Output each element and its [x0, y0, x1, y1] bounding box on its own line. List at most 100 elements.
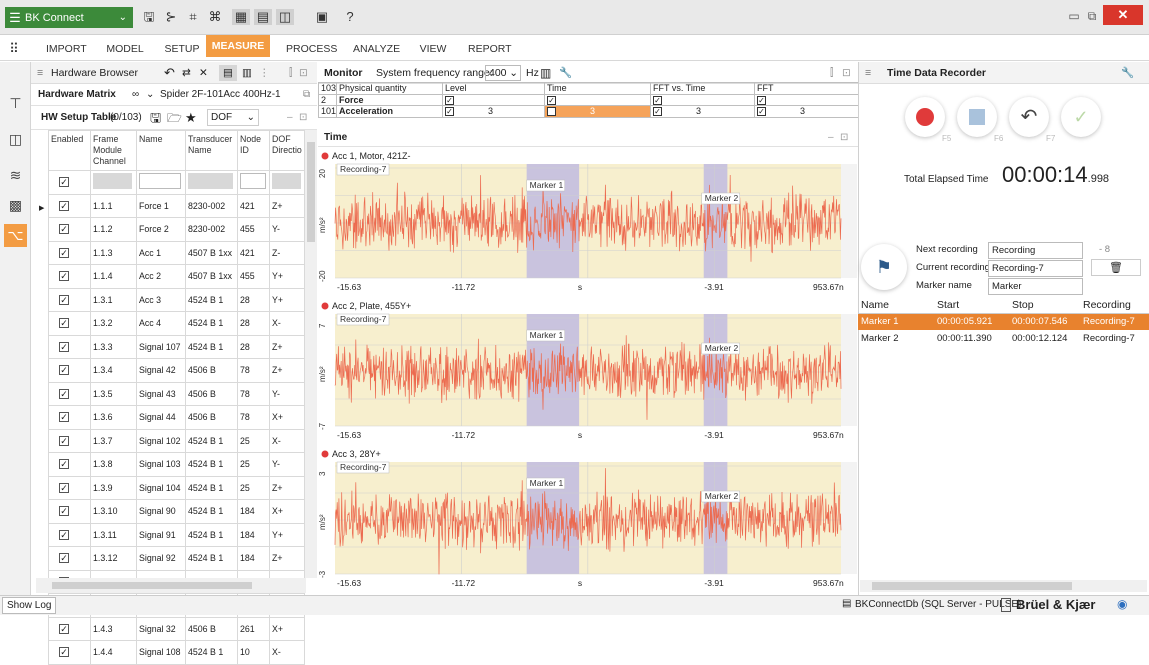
- table-cell[interactable]: Z+: [269, 546, 305, 571]
- table-row[interactable]: ✓ 1.3.5 Signal 43 4506 B 78 Y-: [48, 381, 305, 406]
- marker-row-selected[interactable]: Marker 1 00:00:05.921 00:00:07.546 Recor…: [858, 313, 1149, 330]
- pin-icon[interactable]: ⫿: [289, 62, 292, 84]
- measure-icon[interactable]: ⌥: [4, 224, 27, 247]
- enabled-checkbox[interactable]: ✓: [59, 459, 69, 470]
- enabled-cell[interactable]: ✓: [48, 428, 91, 453]
- enabled-cell[interactable]: ✓: [48, 522, 91, 547]
- monitor-display-icon[interactable]: ▥: [540, 62, 551, 84]
- table-cell[interactable]: Force 2: [136, 217, 186, 242]
- table-cell[interactable]: Signal 90: [136, 499, 186, 524]
- table-cell[interactable]: Y+: [269, 287, 305, 312]
- table-cell[interactable]: 4524 B 1: [185, 311, 238, 336]
- marker-flag-button[interactable]: ⚑: [861, 244, 907, 290]
- table-cell[interactable]: 4524 B 1: [185, 334, 238, 359]
- enabled-checkbox[interactable]: ✓: [59, 388, 69, 399]
- menu-process[interactable]: PROCESS: [286, 35, 337, 61]
- table-row[interactable]: ✓ 1.3.11 Signal 91 4524 B 1 184 Y+: [48, 522, 305, 547]
- time-chart-acc2[interactable]: Acc 2, Plate, 455Y+ Recording-7 Marker 1 Ma…: [319, 298, 857, 446]
- enabled-cell[interactable]: ✓: [48, 311, 91, 336]
- tools-icon[interactable]: ⊤: [4, 92, 27, 115]
- accel-time-cell[interactable]: ✓ 3: [544, 105, 651, 118]
- undo-icon[interactable]: ↶: [164, 62, 175, 84]
- table-row[interactable]: ✓ 1.4.3 Signal 32 4506 B 261 X+: [48, 616, 305, 641]
- frequency-range-dropdown[interactable]: 400 ⌄: [485, 65, 521, 81]
- next-recording-input[interactable]: Recording: [988, 242, 1083, 259]
- enabled-cell[interactable]: ✓: [48, 287, 91, 312]
- table-row[interactable]: ✓ 1.4.4 Signal 108 4524 B 1 10 X-: [48, 640, 305, 665]
- copy-icon[interactable]: ⧉: [303, 84, 310, 106]
- table-cell[interactable]: 1.3.12: [90, 546, 137, 571]
- table-cell[interactable]: 184: [237, 499, 270, 524]
- table-cell[interactable]: Signal 103: [136, 452, 186, 477]
- stop-button[interactable]: [957, 97, 997, 137]
- table-cell[interactable]: Y+: [269, 264, 305, 289]
- filter-input[interactable]: [188, 173, 234, 190]
- horizontal-scrollbar[interactable]: [36, 578, 306, 593]
- folder-open-icon[interactable]: 🗁: [167, 106, 182, 130]
- filter-input[interactable]: [240, 173, 266, 190]
- table-cell[interactable]: 261: [237, 616, 270, 641]
- table-cell[interactable]: 28: [237, 311, 270, 336]
- tags-icon[interactable]: ⌘: [206, 9, 224, 25]
- enabled-checkbox[interactable]: ✓: [59, 482, 69, 493]
- table-cell[interactable]: Force 1: [136, 193, 186, 218]
- table-cell[interactable]: 1.3.7: [90, 428, 137, 453]
- table-cell[interactable]: 421: [237, 193, 270, 218]
- force-level-checkbox[interactable]: ✓: [442, 93, 545, 106]
- table-cell[interactable]: X-: [269, 428, 305, 453]
- record-button[interactable]: [905, 97, 945, 137]
- save-icon[interactable]: 🖫: [140, 9, 158, 25]
- star-icon[interactable]: ★: [185, 106, 197, 130]
- table-cell[interactable]: Acc 4: [136, 311, 186, 336]
- table-cell[interactable]: 421: [237, 240, 270, 265]
- table-row[interactable]: ✓ 1.3.8 Signal 103 4524 B 1 25 Y-: [48, 452, 305, 477]
- table-cell[interactable]: 455: [237, 264, 270, 289]
- table-cell[interactable]: X+: [269, 499, 305, 524]
- device-name[interactable]: Spider 2F-101Acc 400Hz-1: [160, 84, 281, 106]
- table-row[interactable]: ✓ 1.3.12 Signal 92 4524 B 1 184 Z+: [48, 546, 305, 571]
- accel-fft-cell[interactable]: ✓ 3: [754, 105, 859, 118]
- table-row[interactable]: ✓ 1.3.9 Signal 104 4524 B 1 25 Z+: [48, 475, 305, 500]
- table-cell[interactable]: Y-: [269, 217, 305, 242]
- accel-level-cell[interactable]: ✓ 3: [442, 105, 545, 118]
- table-cell[interactable]: 4524 B 1: [185, 452, 238, 477]
- enabled-header[interactable]: Enabled: [48, 130, 91, 171]
- enabled-checkbox[interactable]: ✓: [59, 623, 69, 634]
- table-cell[interactable]: Acc 2: [136, 264, 186, 289]
- minimize-icon[interactable]: ▭: [1066, 6, 1082, 26]
- table-cell[interactable]: 4524 B 1: [185, 475, 238, 500]
- marker-recording-header[interactable]: Recording: [1080, 297, 1149, 314]
- table-row[interactable]: ✓ 1.3.4 Signal 42 4506 B 78 Z+: [48, 358, 305, 383]
- restore-icon[interactable]: ⧉: [1084, 6, 1100, 26]
- menu-analyze[interactable]: ANALYZE: [353, 35, 400, 61]
- menu-model[interactable]: MODEL: [104, 35, 146, 61]
- pin-icon[interactable]: ⫿: [830, 62, 833, 84]
- table-cell[interactable]: X+: [269, 616, 305, 641]
- table-cell[interactable]: Z+: [269, 193, 305, 218]
- maximize-icon[interactable]: ⊡: [299, 106, 307, 130]
- app-menu-button[interactable]: ☰ BK Connect ⌄: [5, 7, 133, 28]
- enabled-checkbox[interactable]: ✓: [59, 318, 69, 329]
- table-cell[interactable]: 4524 B 1: [185, 546, 238, 571]
- minimize-panel-icon[interactable]: –: [287, 106, 293, 130]
- table-cell[interactable]: 25: [237, 428, 270, 453]
- table-cell[interactable]: Signal 42: [136, 358, 186, 383]
- enabled-cell[interactable]: ✓: [48, 475, 91, 500]
- filter-checkbox[interactable]: ✓: [59, 177, 69, 188]
- tag-icon[interactable]: ⌗: [184, 9, 202, 25]
- enabled-checkbox[interactable]: ✓: [59, 341, 69, 352]
- table-cell[interactable]: Signal 107: [136, 334, 186, 359]
- enabled-cell[interactable]: ✓: [48, 217, 91, 242]
- table-cell[interactable]: Signal 92: [136, 546, 186, 571]
- marker-name-header[interactable]: Name: [858, 297, 934, 314]
- table-cell[interactable]: 4506 B: [185, 616, 238, 641]
- filter-input[interactable]: [139, 173, 182, 190]
- menu-import[interactable]: IMPORT: [46, 35, 87, 61]
- accel-fftvt-cell[interactable]: ✓ 3: [650, 105, 755, 118]
- enabled-checkbox[interactable]: ✓: [59, 247, 69, 258]
- enabled-cell[interactable]: ✓: [48, 381, 91, 406]
- table-cell[interactable]: 1.3.1: [90, 287, 137, 312]
- minimize-panel-icon[interactable]: –: [828, 129, 834, 147]
- table-cell[interactable]: 4524 B 1: [185, 428, 238, 453]
- table-cell[interactable]: 28: [237, 334, 270, 359]
